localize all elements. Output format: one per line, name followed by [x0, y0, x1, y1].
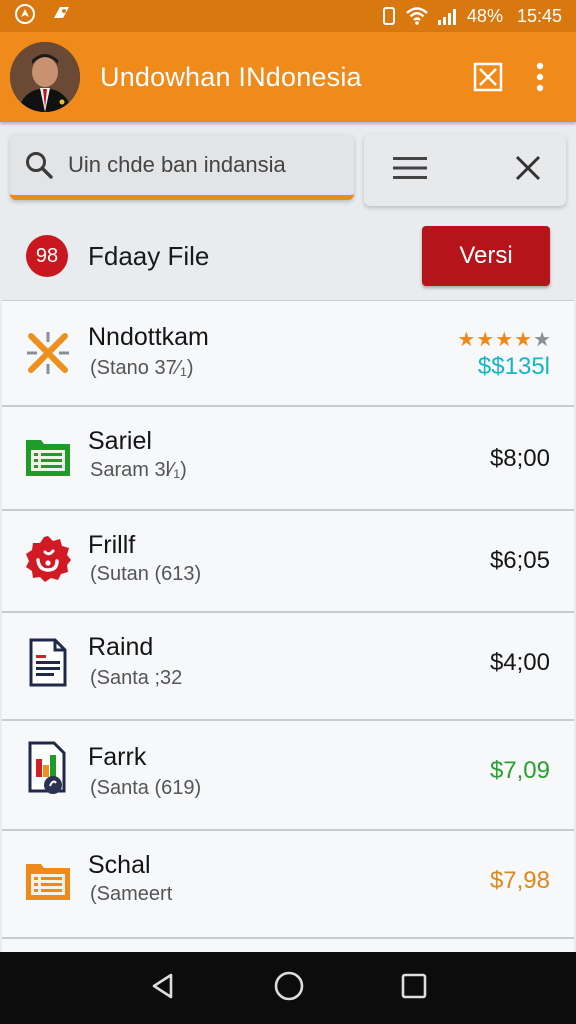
close-box-icon [473, 62, 503, 92]
item-subtitle: (Stano 37⁄₁) [90, 357, 194, 379]
clock: 15:45 [516, 5, 562, 26]
file-list: Nndottkam (Stano 37⁄₁) ★★★★★ $$135l Sari… [2, 300, 574, 952]
item-price: $7,09 [489, 757, 550, 784]
item-subtitle: Saram 3l⁄₁) [90, 459, 187, 481]
back-icon [152, 973, 172, 998]
vibrate-icon [381, 6, 397, 26]
list-item[interactable]: Nndottkam (Stano 37⁄₁) ★★★★★ $$135l [2, 301, 574, 407]
file-title: Fdaay File [88, 240, 210, 271]
rating-stars: ★★★★★ [457, 327, 552, 352]
wifi-icon [405, 6, 429, 26]
item-price: $7,98 [489, 867, 550, 894]
chart-document-icon [22, 741, 74, 795]
more-vert-icon [536, 62, 544, 92]
close-box-button[interactable] [462, 51, 514, 103]
item-subtitle: (Sameert [90, 883, 173, 905]
item-price: $8;00 [489, 445, 550, 472]
search-icon [26, 151, 53, 179]
close-icon [515, 155, 541, 180]
file-header: 98 Fdaay File Versi [0, 212, 576, 300]
item-subtitle: (Sutan (613) [90, 563, 202, 585]
item-name: Nndottkam [88, 323, 209, 351]
seal-icon [22, 533, 74, 585]
tools-cross-icon [22, 327, 74, 379]
home-button[interactable] [273, 970, 305, 1007]
tools-box [364, 134, 566, 206]
rating-filled: ★★★★ [457, 329, 534, 351]
avatar[interactable] [10, 42, 80, 112]
spreadsheet-icon [22, 431, 74, 483]
search-input[interactable]: Uin chde ban indansia [10, 134, 354, 200]
back-button[interactable] [148, 971, 178, 1006]
search-text: Uin chde ban indansia [68, 151, 286, 177]
item-subtitle: (Santa (619) [90, 777, 202, 799]
list-item[interactable]: Farrk (Santa (619) $7,09 [2, 721, 574, 831]
home-icon [274, 971, 304, 1000]
item-subtitle: (Santa ;32 [90, 667, 183, 689]
count-badge: 98 [26, 235, 68, 277]
tag-icon [50, 3, 72, 30]
item-price: $$135l [477, 353, 550, 380]
status-bar: 48% 15:45 [0, 0, 576, 32]
menu-button[interactable] [392, 154, 428, 187]
document-icon [22, 637, 74, 689]
search-row: Uin chde ban indansia [0, 122, 576, 212]
app-bar: Undowhan INdonesia [0, 32, 576, 122]
signal-icon [437, 6, 459, 26]
item-price: $4;00 [489, 649, 550, 676]
menu-icon [393, 156, 427, 179]
item-name: Raind [88, 633, 154, 661]
list-item[interactable]: Schal (Sameert $7,98 [2, 831, 574, 939]
clear-search-button[interactable] [514, 154, 542, 187]
navigation-bar [0, 952, 576, 1024]
folder-list-icon [22, 855, 74, 907]
list-item[interactable]: Sariel Saram 3l⁄₁) $8;00 [2, 407, 574, 511]
location-icon [14, 3, 36, 30]
recents-icon [402, 973, 427, 998]
list-item[interactable]: Raind (Santa ;32 $4;00 [2, 613, 574, 721]
item-price: $6;05 [489, 547, 550, 574]
battery-level: 48% [466, 5, 503, 26]
rating-empty: ★ [533, 329, 552, 351]
versi-button[interactable]: Versi [422, 226, 550, 286]
more-options-button[interactable] [514, 51, 566, 103]
item-name: Frillf [88, 531, 136, 559]
item-name: Schal [88, 851, 151, 879]
item-name: Sariel [88, 427, 152, 455]
item-name: Farrk [88, 743, 147, 771]
recents-button[interactable] [400, 972, 428, 1005]
app-title: Undowhan INdonesia [100, 61, 362, 92]
list-item[interactable]: Frillf (Sutan (613) $6;05 [2, 511, 574, 613]
